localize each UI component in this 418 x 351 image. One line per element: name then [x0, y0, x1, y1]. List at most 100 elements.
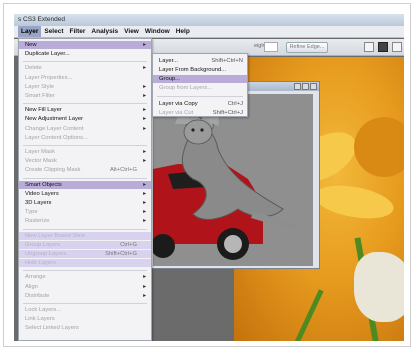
- menu-item-lock-layers[interactable]: Lock Layers...: [19, 306, 151, 314]
- submenu-arrow-icon: ▸: [143, 292, 146, 299]
- menu-item-align[interactable]: Align ▸: [19, 283, 151, 291]
- menu-item-vector-mask[interactable]: Vector Mask ▸: [19, 157, 151, 165]
- menu-item-label: Layer Style: [25, 83, 54, 90]
- cat-and-car-photo: [153, 94, 313, 266]
- submenu-arrow-icon: ▸: [143, 65, 146, 72]
- menu-item-type[interactable]: Type ▸: [19, 208, 151, 216]
- menu-select[interactable]: Select: [41, 26, 66, 37]
- submenu-arrow-icon: ▸: [143, 83, 146, 90]
- menu-view[interactable]: View: [121, 26, 142, 37]
- submenu-item-label: Layer via Cut: [159, 110, 194, 116]
- menu-item-new[interactable]: New ▸: [19, 41, 151, 49]
- submenu-item-label: Layer via Copy: [159, 101, 198, 107]
- menu-item-shortcut: Shift+Ctrl+G: [105, 251, 137, 257]
- menu-item-arrange[interactable]: Arrange ▸: [19, 273, 151, 281]
- menu-item-label: Lock Layers...: [25, 307, 62, 313]
- menu-item-label: New Fill Layer: [25, 107, 62, 114]
- new-submenu: Layer... Shift+Ctrl+N Layer From Backgroun…: [152, 53, 248, 117]
- menu-item-label: Vector Mask: [25, 158, 57, 165]
- menu-item-label: Layer Content Options...: [25, 134, 88, 141]
- menu-item-label: Rasterize: [25, 218, 50, 225]
- menu-item-label: Layer Mask: [25, 149, 55, 155]
- close-icon[interactable]: [310, 83, 317, 90]
- submenu-arrow-icon: ▸: [143, 42, 146, 48]
- submenu-item-label: Group from Layers...: [159, 85, 213, 91]
- menu-separator: [157, 96, 243, 97]
- palette-icon[interactable]: [392, 42, 402, 52]
- flower-bud: [354, 252, 404, 322]
- menu-item-change-layer-content[interactable]: Change Layer Content ▸: [19, 125, 151, 133]
- submenu-arrow-icon: ▸: [143, 149, 146, 155]
- menu-item-ungroup-layers[interactable]: Ungroup Layers Shift+Ctrl+G: [19, 250, 151, 258]
- submenu-arrow-icon: ▸: [143, 158, 146, 165]
- menu-item-group-layers[interactable]: Group Layers Ctrl+G: [19, 240, 151, 249]
- menu-filter[interactable]: Filter: [67, 26, 89, 37]
- menu-separator: [23, 270, 147, 272]
- menu-item-smart-objects[interactable]: Smart Objects ▸: [19, 180, 151, 189]
- submenu-arrow-icon: ▸: [143, 107, 146, 114]
- submenu-arrow-icon: ▸: [143, 181, 146, 188]
- refine-edge-button[interactable]: Refine Edge...: [286, 42, 328, 53]
- menu-item-layer-content-options[interactable]: Layer Content Options...: [19, 134, 151, 142]
- menu-item-3d-layers[interactable]: 3D Layers ▸: [19, 199, 151, 207]
- menu-item-label: Group Layers: [25, 241, 61, 248]
- menu-bar: Layer Select Filter Analysis View Window…: [14, 26, 404, 38]
- menu-item-label: New: [25, 42, 37, 48]
- height-field[interactable]: [264, 42, 278, 52]
- menu-item-label: Change Layer Content: [25, 125, 84, 132]
- menu-item-create-clipping-mask[interactable]: Create Clipping Mask Alt+Ctrl+G: [19, 166, 151, 174]
- submenu-item-layer[interactable]: Layer... Shift+Ctrl+N: [153, 57, 247, 65]
- menu-item-video-layers[interactable]: Video Layers ▸: [19, 190, 151, 198]
- menu-item-link-layers[interactable]: Link Layers: [19, 315, 151, 323]
- submenu-item-shortcut: Shift+Ctrl+J: [212, 110, 243, 116]
- layer-menu: New ▸ Duplicate Layer... Delete ▸ Layer Prope…: [18, 38, 152, 341]
- menu-separator: [23, 303, 147, 304]
- menu-item-delete[interactable]: Delete ▸: [19, 64, 151, 72]
- menu-item-rasterize[interactable]: Rasterize ▸: [19, 217, 151, 225]
- menu-item-label: Align: [25, 283, 38, 290]
- minimize-icon[interactable]: [294, 83, 301, 90]
- submenu-arrow-icon: ▸: [143, 209, 146, 216]
- submenu-item-group[interactable]: Group...: [153, 75, 247, 83]
- menu-item-new-fill-layer[interactable]: New Fill Layer ▸: [19, 106, 151, 114]
- menu-separator: [23, 145, 147, 146]
- menu-item-distribute[interactable]: Distribute ▸: [19, 292, 151, 300]
- menu-separator: [23, 177, 147, 179]
- menu-item-label: Smart Objects: [25, 181, 62, 188]
- flower-petal: [354, 117, 404, 177]
- brushes-icon[interactable]: [378, 42, 388, 52]
- flower-petal: [312, 180, 396, 224]
- menu-item-new-adjustment-layer[interactable]: New Adjustment Layer ▸: [19, 115, 151, 123]
- menu-layer[interactable]: Layer: [18, 26, 42, 37]
- menu-analysis[interactable]: Analysis: [88, 26, 121, 37]
- menu-window[interactable]: Window: [142, 26, 173, 37]
- menu-item-duplicate-layer[interactable]: Duplicate Layer...: [19, 50, 151, 58]
- submenu-item-layer-via-cut[interactable]: Layer via Cut Shift+Ctrl+J: [153, 109, 247, 117]
- menu-item-layer-mask[interactable]: Layer Mask ▸: [19, 148, 151, 156]
- menu-item-select-linked-layers[interactable]: Select Linked Layers: [19, 324, 151, 332]
- workspace-icon[interactable]: [364, 42, 374, 52]
- window-controls: [294, 83, 317, 90]
- submenu-item-group-from-layers[interactable]: Group from Layers...: [153, 84, 247, 92]
- submenu-arrow-icon: ▸: [143, 218, 146, 225]
- menu-item-smart-filter[interactable]: Smart Filter ▸: [19, 92, 151, 100]
- menu-item-layer-properties[interactable]: Layer Properties...: [19, 74, 151, 82]
- flower-stem: [289, 289, 324, 341]
- menu-item-shortcut: Ctrl+G: [120, 241, 137, 248]
- menu-item-label: Smart Filter: [25, 93, 55, 99]
- menu-separator: [23, 103, 147, 105]
- document-canvas[interactable]: [153, 94, 313, 266]
- submenu-item-shortcut: Ctrl+J: [227, 101, 243, 107]
- menu-item-new-layer-based-slice[interactable]: New Layer Based Slice: [19, 231, 151, 240]
- submenu-item-layer-via-copy[interactable]: Layer via Copy Ctrl+J: [153, 100, 247, 108]
- menu-item-hide-layers[interactable]: Hide Layers: [19, 259, 151, 268]
- menu-item-label: Ungroup Layers: [25, 251, 67, 257]
- submenu-item-layer-from-background[interactable]: Layer From Background...: [153, 66, 247, 74]
- menu-item-label: Link Layers: [25, 316, 55, 323]
- submenu-arrow-icon: ▸: [143, 93, 146, 99]
- menu-item-label: 3D Layers: [25, 200, 52, 206]
- menu-help[interactable]: Help: [173, 26, 193, 37]
- submenu-item-label: Group...: [159, 76, 180, 82]
- maximize-icon[interactable]: [302, 83, 309, 90]
- menu-item-layer-style[interactable]: Layer Style ▸: [19, 83, 151, 91]
